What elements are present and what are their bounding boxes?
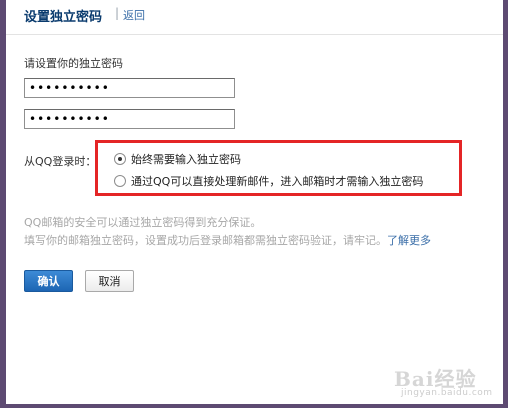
instruction-note: 填写你的邮箱独立密码，设置成功后登录邮箱都需独立密码验证，请牢记。了解更多 <box>24 232 431 248</box>
option-label: 始终需要输入独立密码 <box>131 153 241 166</box>
radio-unchecked-icon[interactable] <box>114 175 126 187</box>
security-note: QQ邮箱的安全可以通过独立密码得到充分保证。 <box>24 216 262 229</box>
cancel-button[interactable]: 取消 <box>85 270 134 292</box>
option-always-require[interactable]: 始终需要输入独立密码 <box>114 151 241 167</box>
back-link[interactable]: 返回 <box>123 7 145 23</box>
watermark-url: jingyan.baidu.com <box>401 388 493 398</box>
option-label: 通过QQ可以直接处理新邮件，进入邮箱时才需输入独立密码 <box>131 175 424 188</box>
instruction-text: 填写你的邮箱独立密码，设置成功后登录邮箱都需独立密码验证，请牢记。 <box>24 234 387 247</box>
radio-checked-icon[interactable] <box>114 153 126 165</box>
confirm-password-input[interactable] <box>24 109 235 129</box>
qq-login-label: 从QQ登录时： <box>24 155 97 168</box>
option-qq-direct[interactable]: 通过QQ可以直接处理新邮件，进入邮箱时才需输入独立密码 <box>114 173 423 189</box>
learn-more-link[interactable]: 了解更多 <box>387 234 431 247</box>
header-separator: | <box>115 6 120 20</box>
page-header: 设置独立密码 | 返回 <box>6 0 503 35</box>
page-title: 设置独立密码 <box>24 10 103 25</box>
confirm-button[interactable]: 确认 <box>24 270 73 292</box>
password-input[interactable] <box>24 78 235 98</box>
password-prompt: 请设置你的独立密码 <box>24 57 123 70</box>
settings-panel: 设置独立密码 | 返回 请设置你的独立密码 从QQ登录时： 始终需要输入独立密码… <box>6 0 503 404</box>
